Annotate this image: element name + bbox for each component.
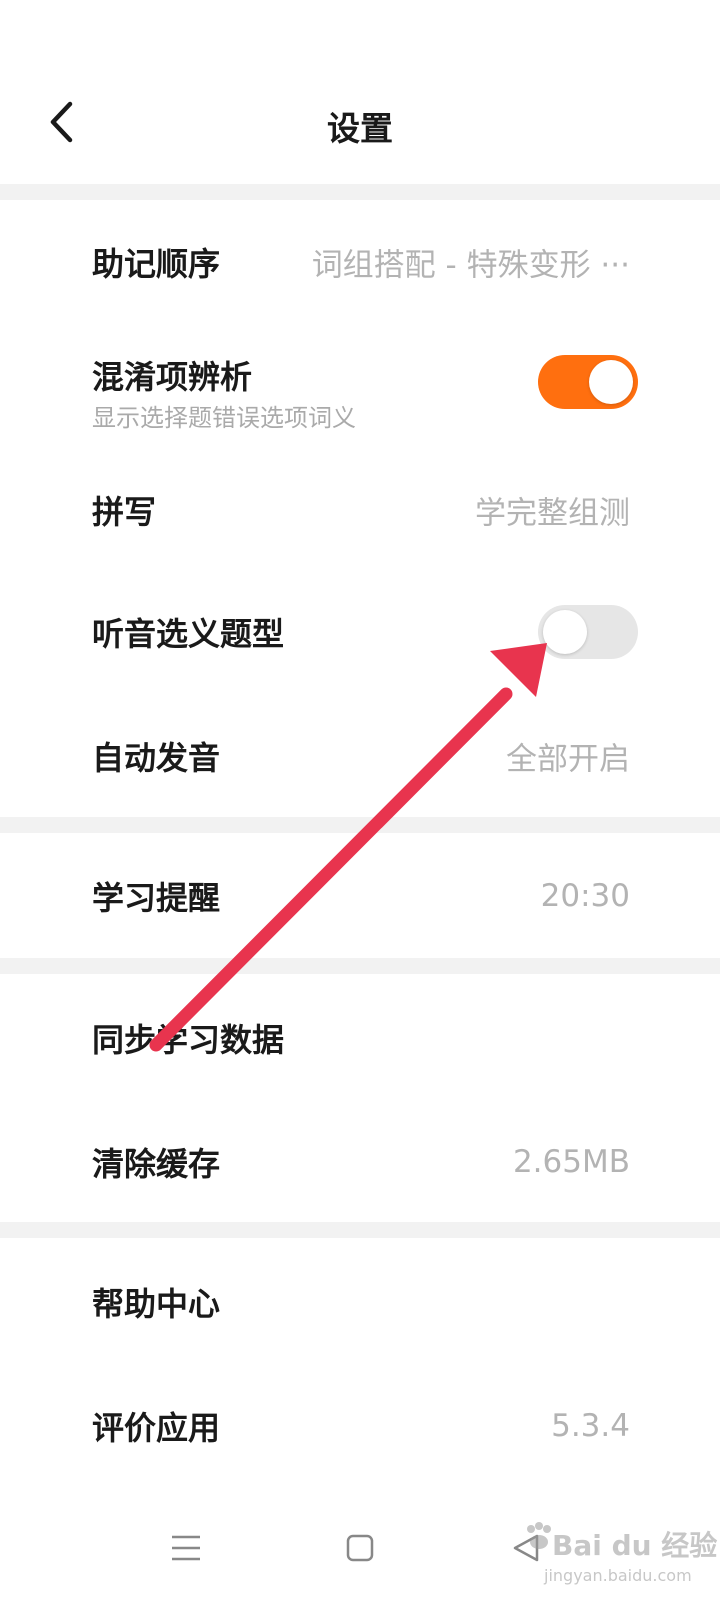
setting-label: 助记顺序 (92, 245, 221, 283)
square-home-icon (346, 1534, 374, 1562)
setting-clear-cache[interactable]: 清除缓存 2.65MB (0, 1102, 720, 1222)
setting-value: 学完整组测 (475, 495, 630, 532)
setting-value: 2.65MB (512, 1144, 630, 1180)
setting-label: 帮助中心 (92, 1285, 221, 1323)
setting-help-center[interactable]: 帮助中心 (0, 1242, 720, 1362)
nav-menu-button[interactable] (156, 1518, 216, 1578)
setting-spelling[interactable]: 拼写 学完整组测 (0, 450, 720, 570)
section-divider (0, 1222, 720, 1238)
setting-value: 20:30 (540, 878, 630, 914)
watermark-brand: Bai du 经验 (552, 1529, 718, 1562)
section-divider (0, 184, 720, 200)
section-divider (0, 958, 720, 974)
setting-confusion-analysis: 混淆项辨析 显示选择题错误选项词义 (0, 322, 720, 442)
setting-rate-app[interactable]: 评价应用 5.3.4 (0, 1366, 720, 1486)
watermark-url: jingyan.baidu.com (544, 1566, 692, 1585)
menu-icon (172, 1535, 200, 1561)
setting-study-reminder[interactable]: 学习提醒 20:30 (0, 836, 720, 956)
setting-mnemonic-order[interactable]: 助记顺序 词组搭配 - 特殊变形 ··· (0, 202, 720, 322)
setting-value: 5.3.4 (551, 1408, 630, 1444)
setting-sync-data[interactable]: 同步学习数据 (0, 978, 720, 1098)
setting-listening-type: 听音选义题型 (0, 572, 720, 692)
page-title: 设置 (327, 109, 393, 148)
paw-logo-icon (527, 1522, 551, 1549)
confusion-analysis-toggle[interactable] (538, 355, 638, 409)
section-divider (0, 817, 720, 833)
setting-value: 词组搭配 - 特殊变形 ··· (311, 247, 630, 284)
toggle-knob (543, 610, 587, 654)
setting-label: 拼写 (92, 493, 157, 531)
setting-label: 评价应用 (92, 1409, 221, 1447)
setting-label: 同步学习数据 (92, 1021, 285, 1059)
toggle-knob (589, 360, 633, 404)
setting-label: 清除缓存 (92, 1145, 221, 1183)
baidu-jingyan-watermark: Bai du 经验 jingyan.baidu.com (524, 1502, 718, 1594)
nav-home-button[interactable] (330, 1518, 390, 1578)
setting-label: 听音选义题型 (92, 615, 285, 653)
setting-label: 自动发音 (92, 739, 221, 777)
setting-label: 混淆项辨析 (92, 358, 253, 396)
listening-type-toggle[interactable] (538, 605, 638, 659)
top-bar: 设置 (0, 0, 720, 186)
setting-description: 显示选择题错误选项词义 (92, 404, 356, 432)
setting-value: 全部开启 (506, 741, 630, 778)
setting-auto-pronounce[interactable]: 自动发音 全部开启 (0, 696, 720, 816)
setting-label: 学习提醒 (92, 879, 221, 917)
